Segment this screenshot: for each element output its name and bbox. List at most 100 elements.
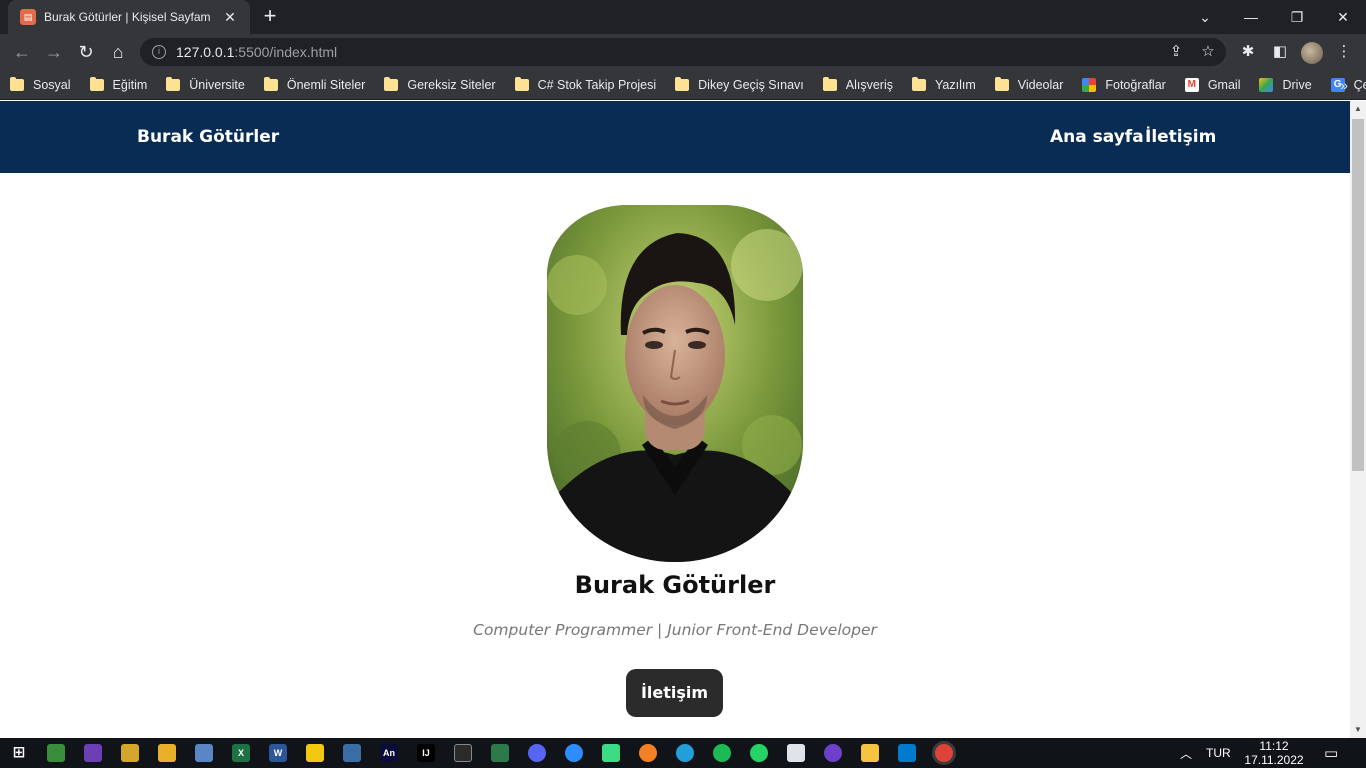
power-bi-icon[interactable]: [306, 744, 324, 762]
menu-icon[interactable]: ⋮: [1332, 40, 1356, 64]
bookmarks-bar: Sosyal Eğitim Üniversite Önemli Siteler Gere…: [0, 70, 1366, 100]
bookmark-label: Gereksiz Siteler: [407, 77, 496, 92]
bookmark-item[interactable]: Dikey Geçiş Sınavı: [675, 76, 804, 92]
terminal-icon[interactable]: [454, 744, 472, 762]
telegram-icon[interactable]: [676, 744, 694, 762]
site-brand[interactable]: Burak Götürler: [137, 127, 279, 147]
chrome-icon[interactable]: [935, 744, 953, 762]
notifications-icon[interactable]: ▭: [1324, 738, 1338, 768]
bookmark-item[interactable]: Eğitim: [89, 76, 147, 92]
browser-tab-strip: ▤ Burak Götürler | Kişisel Sayfam ✕ + ⌄ …: [0, 0, 1366, 34]
bookmark-item[interactable]: M Gmail: [1184, 77, 1240, 92]
star-icon[interactable]: ☆: [1196, 40, 1220, 64]
page-viewport: Burak Götürler Ana sayfa İletişim Burak …: [0, 101, 1350, 738]
tab-search-icon[interactable]: ⌄: [1182, 0, 1228, 34]
bookmark-item[interactable]: Önemli Siteler: [263, 76, 365, 92]
bookmark-item[interactable]: Videolar: [994, 76, 1064, 92]
back-icon[interactable]: ←: [10, 40, 34, 64]
bookmark-item[interactable]: Drive: [1259, 77, 1312, 92]
photos-icon: [1082, 77, 1097, 92]
scroll-down-icon[interactable]: ▼: [1350, 722, 1366, 738]
whatsapp-icon[interactable]: [750, 744, 768, 762]
virtualbox-icon[interactable]: [195, 744, 213, 762]
system-clock[interactable]: 11:12 17.11.2022: [1236, 739, 1312, 767]
page-scrollbar[interactable]: ▲ ▼: [1350, 101, 1366, 738]
bookmark-label: Fotoğraflar: [1105, 77, 1166, 92]
folder-icon: [89, 76, 104, 91]
restore-button[interactable]: ❐: [1274, 0, 1320, 34]
scroll-up-icon[interactable]: ▲: [1350, 101, 1366, 117]
new-tab-button[interactable]: +: [258, 5, 282, 29]
url-path: :5500/index.html: [234, 44, 338, 60]
bookmark-item[interactable]: Fotoğraflar: [1082, 77, 1166, 92]
app-icon-3[interactable]: [121, 744, 139, 762]
vscode-icon[interactable]: [898, 744, 916, 762]
folder-icon: [166, 76, 181, 91]
discord-icon[interactable]: [528, 744, 546, 762]
bookmark-item[interactable]: Yazılım: [911, 76, 976, 92]
zoom-icon[interactable]: [565, 744, 583, 762]
bookmark-label: Üniversite: [189, 77, 245, 92]
nav-link-home[interactable]: Ana sayfa: [1050, 127, 1144, 147]
address-bar[interactable]: i 127.0.0.1:5500/index.html: [140, 38, 1226, 66]
profile-subtitle: Computer Programmer | Junior Front-End D…: [473, 621, 877, 639]
intellij-icon[interactable]: IJ: [417, 744, 435, 762]
folder-icon: [675, 76, 690, 91]
bookmark-item[interactable]: Gereksiz Siteler: [384, 76, 496, 92]
site-info-icon[interactable]: i: [152, 45, 166, 59]
visual-studio-icon[interactable]: [84, 744, 102, 762]
animate-icon[interactable]: An: [380, 744, 398, 762]
clock-date: 17.11.2022: [1244, 753, 1304, 767]
folder-icon: [822, 76, 837, 91]
bookmark-item[interactable]: Alışveriş: [822, 76, 893, 92]
tray-chevron-icon[interactable]: ︿: [1180, 738, 1192, 768]
extensions-icon[interactable]: ✱: [1236, 40, 1260, 64]
bookmark-item[interactable]: Sosyal: [10, 76, 71, 92]
notepad-icon[interactable]: [787, 744, 805, 762]
sql-icon[interactable]: [343, 744, 361, 762]
bookmark-label: C# Stok Takip Projesi: [537, 77, 657, 92]
bookmark-item[interactable]: GÇeviri: [1330, 77, 1366, 92]
nav-link-contact[interactable]: İletişim: [1145, 127, 1216, 147]
app-icon-18[interactable]: [639, 744, 657, 762]
drive-icon: [1259, 77, 1274, 92]
gmail-icon: M: [1184, 77, 1199, 92]
bookmark-label: Çeviri: [1353, 77, 1366, 92]
profile-photo-illustration: [547, 205, 803, 562]
bookmark-item[interactable]: Üniversite: [166, 76, 245, 92]
app-icon-4[interactable]: [158, 744, 176, 762]
home-icon[interactable]: ⌂: [106, 40, 130, 64]
input-language[interactable]: TUR: [1206, 738, 1231, 768]
bookmark-item[interactable]: C# Stok Takip Projesi: [514, 76, 657, 92]
profile-avatar[interactable]: [1301, 42, 1323, 64]
contact-button[interactable]: İletişim: [626, 669, 723, 717]
store-app-icon[interactable]: [47, 744, 65, 762]
forward-icon[interactable]: →: [42, 40, 66, 64]
reload-icon[interactable]: ↻: [74, 40, 98, 64]
close-window-button[interactable]: ✕: [1320, 0, 1366, 34]
scrollbar-thumb[interactable]: [1352, 119, 1364, 471]
site-header: Burak Götürler Ana sayfa İletişim: [0, 101, 1350, 173]
excel-icon[interactable]: X: [232, 744, 250, 762]
bookmarks-overflow-icon[interactable]: »: [1340, 77, 1348, 93]
github-desktop-icon[interactable]: [824, 744, 842, 762]
folder-icon: [994, 76, 1009, 91]
file-explorer-icon[interactable]: [861, 744, 879, 762]
windows-start-icon[interactable]: ⊞: [10, 744, 28, 762]
bookmark-label: Drive: [1282, 77, 1312, 92]
git-icon[interactable]: [491, 744, 509, 762]
bookmark-label: Videolar: [1017, 77, 1064, 92]
folder-icon: [10, 76, 24, 91]
sidepanel-icon[interactable]: ◧: [1268, 40, 1292, 64]
minimize-button[interactable]: —: [1228, 0, 1274, 34]
share-icon[interactable]: ⇪: [1164, 40, 1188, 64]
word-icon[interactable]: W: [269, 744, 287, 762]
folder-icon: [514, 76, 529, 91]
tab-close-icon[interactable]: ✕: [222, 9, 238, 26]
browser-tab-active[interactable]: ▤ Burak Götürler | Kişisel Sayfam ✕: [8, 0, 250, 34]
android-studio-icon[interactable]: [602, 744, 620, 762]
windows-taskbar: ⊞ X W An IJ ︿ TUR 11:12 17.11.2022 ▭: [0, 738, 1366, 768]
spotify-icon[interactable]: [713, 744, 731, 762]
folder-icon: [384, 76, 399, 91]
folder-icon: [911, 76, 926, 91]
